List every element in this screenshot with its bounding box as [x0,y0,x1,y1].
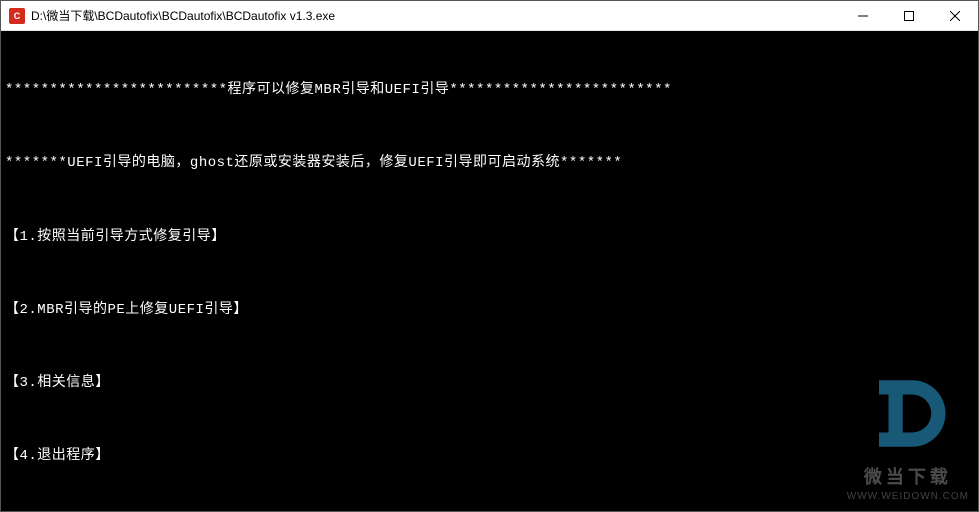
close-button[interactable] [932,1,978,30]
titlebar[interactable]: C D:\微当下载\BCDautofix\BCDautofix\BCDautof… [1,1,978,31]
window-title: D:\微当下载\BCDautofix\BCDautofix\BCDautofix… [31,7,840,24]
window-controls [840,1,978,30]
console-line: *************************程序可以修复MBR引导和UEF… [1,76,978,106]
console-line: 【3.相关信息】 [1,369,978,399]
console-line: 【4.退出程序】 [1,442,978,472]
console-line: *******UEFI引导的电脑，ghost还原或安装器安装后，修复UEFI引导… [1,149,978,179]
console-area[interactable]: *************************程序可以修复MBR引导和UEF… [1,31,978,511]
maximize-button[interactable] [886,1,932,30]
minimize-button[interactable] [840,1,886,30]
app-window: C D:\微当下载\BCDautofix\BCDautofix\BCDautof… [0,0,979,512]
app-icon: C [9,8,25,24]
console-line: 【2.MBR引导的PE上修复UEFI引导】 [1,296,978,326]
console-line: 【1.按照当前引导方式修复引导】 [1,223,978,253]
